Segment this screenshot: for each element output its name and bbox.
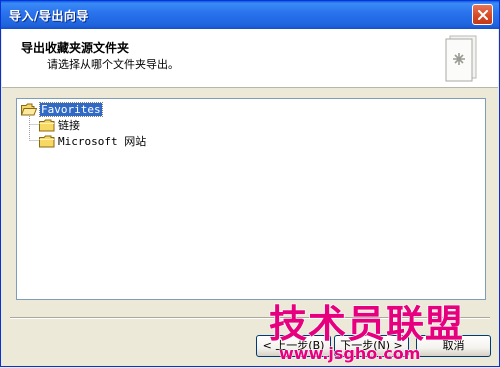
tree-node-label: 链接 (58, 119, 80, 132)
close-icon (478, 10, 488, 20)
watermark-logo: 技术员联盟 www.jsgho.com (269, 301, 464, 363)
cancel-button[interactable]: 取消 (416, 335, 491, 357)
folder-icon (39, 119, 55, 131)
folder-icon (39, 135, 55, 147)
page-title: 导出收藏夹源文件夹 (21, 41, 130, 55)
close-button[interactable] (472, 4, 493, 25)
wizard-header: 导出收藏夹源文件夹 请选择从哪个文件夹导出。 (2, 29, 498, 88)
wizard-window: 导入/导出向导 导出收藏夹源文件夹 请选择从哪个文件夹导出。 Favorites (0, 0, 500, 367)
title-bar[interactable]: 导入/导出向导 (1, 1, 499, 29)
favorites-book-icon (445, 35, 477, 82)
tree-node-favorites[interactable]: Favorites (21, 101, 103, 117)
page-subtitle: 请选择从哪个文件夹导出。 (47, 58, 179, 71)
open-folder-icon (21, 103, 37, 115)
folder-tree[interactable]: Favorites 链接 Microsoft 网站 (16, 98, 486, 300)
button-separator (10, 317, 490, 319)
tree-node-label: Microsoft 网站 (58, 135, 147, 148)
window-title: 导入/导出向导 (9, 9, 89, 23)
back-button[interactable]: < 上一步(B) (256, 335, 331, 357)
tree-node-links[interactable]: 链接 (39, 117, 80, 133)
tree-node-microsoft-websites[interactable]: Microsoft 网站 (39, 133, 146, 149)
tree-node-label: Favorites (39, 101, 103, 117)
next-button[interactable]: 下一步(N) > (334, 335, 409, 357)
